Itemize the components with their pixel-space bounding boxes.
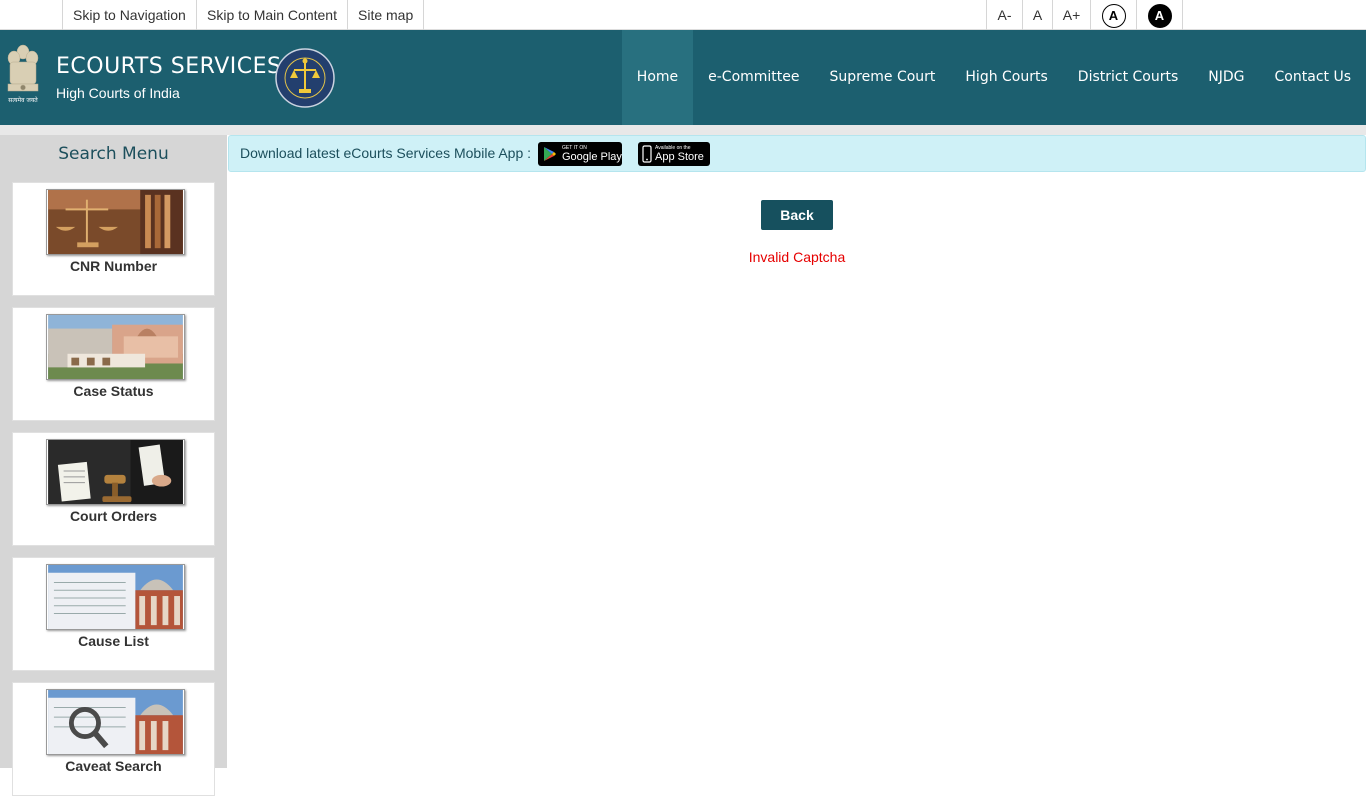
sidebar-item-label: CNR Number [69, 258, 158, 274]
emblem-caption: सत्यमेव जयते [8, 96, 38, 104]
error-message: Invalid Captcha [748, 249, 846, 265]
sidebar-item-cnr-number[interactable]: CNR Number [12, 182, 215, 296]
app-store-text: App Store [655, 151, 704, 163]
sidebar-item-label: Caveat Search [65, 758, 162, 774]
font-increase-button[interactable]: A+ [1052, 0, 1090, 30]
phone-icon [642, 145, 652, 163]
sidebar-item-case-status[interactable]: Case Status [12, 307, 215, 421]
sidebar-item-caveat-search[interactable]: Caveat Search [12, 682, 215, 796]
supreme-court-building-image [46, 314, 185, 380]
nav-contact-us[interactable]: Contact Us [1260, 30, 1366, 125]
search-menu-sidebar: Search Menu CNR Number Case Status Court… [0, 135, 227, 796]
cause-list-court-image [46, 564, 185, 630]
mobile-app-banner: Download latest eCourts Services Mobile … [228, 135, 1366, 172]
nav-supreme-court[interactable]: Supreme Court [815, 30, 951, 125]
sidebar-item-court-orders[interactable]: Court Orders [12, 432, 215, 546]
skip-to-navigation-link[interactable]: Skip to Navigation [62, 0, 196, 30]
national-emblem-icon: सत्यमेव जयते [7, 44, 38, 104]
font-normal-button[interactable]: A [1022, 0, 1052, 30]
contrast-normal-button[interactable]: A [1090, 0, 1136, 30]
mobile-app-banner-text: Download latest eCourts Services Mobile … [240, 145, 532, 161]
app-store-badge[interactable]: Available on the App Store [638, 142, 710, 166]
main-navigation: Home e-Committee Supreme Court High Cour… [621, 30, 1366, 125]
nav-high-courts[interactable]: High Courts [950, 30, 1062, 125]
contrast-normal-icon: A [1101, 4, 1126, 28]
ecommittee-seal-icon [275, 48, 335, 108]
judge-gavel-document-image [46, 439, 185, 505]
sidebar-item-label: Cause List [78, 633, 149, 649]
site-title: ECOURTS SERVICES [56, 54, 282, 79]
magnifier-court-image [46, 689, 185, 755]
google-play-icon [544, 147, 556, 161]
nav-district-courts[interactable]: District Courts [1063, 30, 1194, 125]
sidebar-item-cause-list[interactable]: Cause List [12, 557, 215, 671]
google-play-badge[interactable]: GET IT ON Google Play [538, 142, 622, 166]
font-decrease-button[interactable]: A- [986, 0, 1022, 30]
nav-njdg[interactable]: NJDG [1193, 30, 1259, 125]
site-map-link[interactable]: Site map [347, 0, 425, 30]
accessibility-bar: Skip to Navigation Skip to Main Content … [0, 0, 1366, 30]
sidebar-item-label: Court Orders [69, 508, 158, 524]
site-header: सत्यमेव जयते ECOURTS SERVICES High Court… [0, 30, 1366, 125]
sidebar-item-label: Case Status [73, 383, 154, 399]
contrast-high-button[interactable]: A [1136, 0, 1183, 30]
google-play-text: Google Play [562, 151, 622, 163]
nav-e-committee[interactable]: e-Committee [693, 30, 814, 125]
scales-of-justice-image [46, 189, 185, 255]
header-divider-strip [0, 125, 1366, 135]
site-subtitle: High Courts of India [56, 85, 180, 101]
search-menu-title: Search Menu [58, 144, 169, 164]
back-button[interactable]: Back [761, 200, 833, 230]
contrast-high-icon: A [1147, 4, 1172, 28]
nav-home[interactable]: Home [621, 30, 694, 125]
skip-to-main-content-link[interactable]: Skip to Main Content [196, 0, 347, 30]
